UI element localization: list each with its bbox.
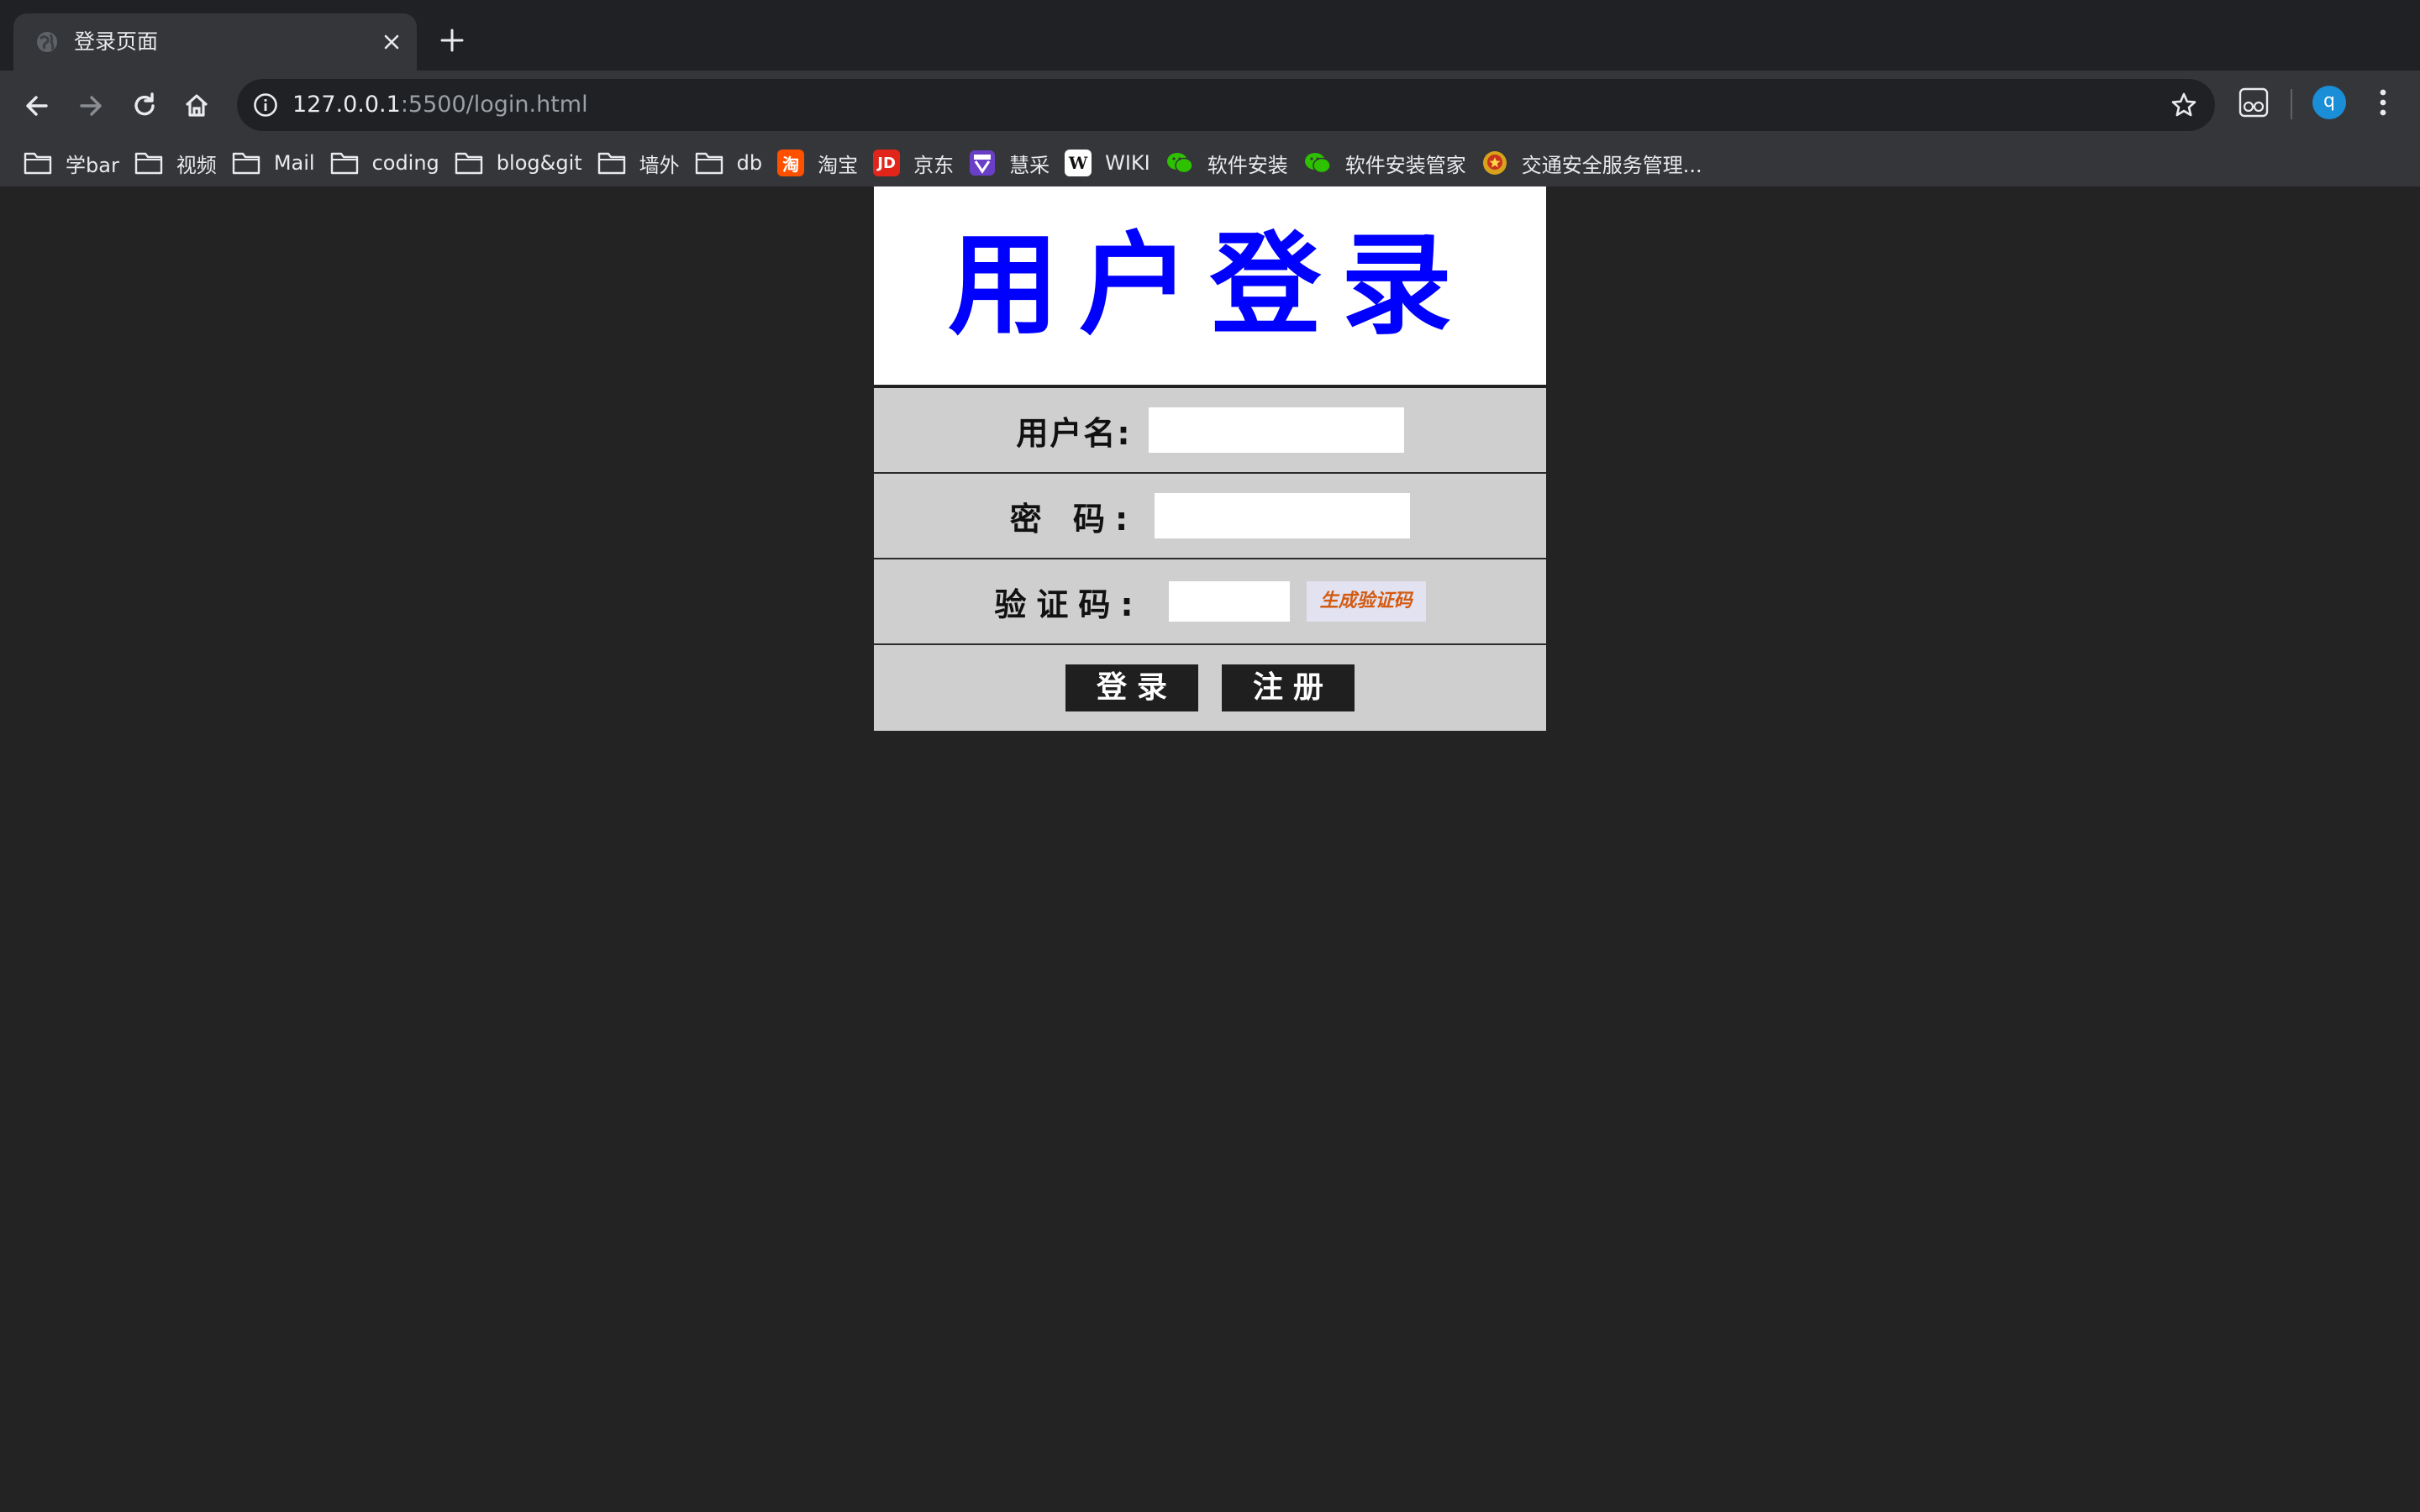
- bookmark-taobao[interactable]: 淘 淘宝: [774, 143, 870, 183]
- info-icon[interactable]: [252, 92, 279, 118]
- username-row: 用户名:: [874, 388, 1546, 474]
- username-input[interactable]: [1148, 407, 1404, 453]
- password-row: 密 码:: [874, 474, 1546, 559]
- bookmark-folder-coding[interactable]: coding: [327, 143, 451, 183]
- bookmark-label: 软件安装管家: [1344, 153, 1466, 177]
- bookmark-huicai[interactable]: 慧采: [965, 143, 1061, 183]
- captcha-input[interactable]: [1168, 581, 1290, 622]
- forward-button[interactable]: [67, 82, 114, 129]
- bookmark-label: blog&git: [496, 151, 582, 175]
- profile-avatar[interactable]: q: [2312, 86, 2346, 119]
- close-icon[interactable]: [380, 30, 403, 54]
- folder-icon: [455, 152, 482, 175]
- bookmark-label: 学bar: [66, 153, 119, 177]
- wechat-icon: [1304, 153, 1331, 174]
- forward-arrow-icon: [80, 96, 102, 116]
- folder-icon: [597, 152, 625, 175]
- bookmark-folder-video[interactable]: 视频: [131, 143, 229, 183]
- reload-icon: [134, 92, 155, 116]
- plus-icon[interactable]: [437, 25, 467, 55]
- bookmarks-bar: 学bar 视频 Mail coding blog&git 墙外 db 淘 淘宝: [0, 139, 2420, 186]
- page-title: 用户登录: [948, 221, 1472, 350]
- bookmark-label: db: [736, 151, 763, 175]
- taobao-icon: 淘: [777, 150, 805, 176]
- reload-button[interactable]: [121, 82, 168, 129]
- star-icon[interactable]: [2170, 91, 2198, 119]
- bookmark-folder-qiangwai[interactable]: 墙外: [594, 143, 692, 183]
- folder-icon: [24, 152, 52, 175]
- actions-row: 登录 注册: [874, 645, 1546, 731]
- home-button[interactable]: [173, 82, 220, 129]
- password-input[interactable]: [1155, 493, 1411, 538]
- generate-captcha-button[interactable]: 生成验证码: [1306, 581, 1426, 622]
- folder-icon: [330, 152, 358, 175]
- reader-extension-icon[interactable]: [2237, 86, 2270, 119]
- bookmark-software-install[interactable]: 软件安装: [1162, 143, 1300, 183]
- page-content: 用户登录 用户名: 密 码: 验证码: 生成验证码 登录 注册: [0, 186, 2420, 1512]
- kebab-menu-icon[interactable]: [2370, 84, 2396, 121]
- bookmark-wiki[interactable]: W WIKI: [1061, 143, 1162, 183]
- register-button[interactable]: 注册: [1222, 664, 1355, 711]
- password-label: 密 码:: [1009, 500, 1139, 538]
- bookmark-label: 淘宝: [818, 153, 859, 177]
- bookmark-software-manager[interactable]: 软件安装管家: [1300, 143, 1478, 183]
- bookmark-folder-xuebar[interactable]: 学bar: [20, 143, 131, 183]
- bookmark-label: 视频: [176, 153, 217, 177]
- captcha-row: 验证码: 生成验证码: [874, 559, 1546, 645]
- url-text: 127.0.0.1:5500/login.html: [292, 90, 588, 120]
- wikipedia-icon: W: [1065, 150, 1092, 176]
- globe-icon: [37, 32, 57, 52]
- back-button[interactable]: [13, 82, 60, 129]
- browser-toolbar: 127.0.0.1:5500/login.html q 学bar 视频 Mail: [0, 71, 2420, 202]
- login-header: 用户登录: [874, 186, 1546, 388]
- bookmark-label: 墙外: [639, 153, 680, 177]
- huicai-icon: [970, 150, 996, 176]
- bookmark-folder-db[interactable]: db: [692, 143, 774, 183]
- bookmark-folder-mail[interactable]: Mail: [229, 143, 327, 183]
- bookmark-label: 交通安全服务管理...: [1521, 153, 1702, 177]
- bookmark-jd[interactable]: JD 京东: [870, 143, 965, 183]
- bookmark-label: WIKI: [1105, 151, 1150, 175]
- bookmark-traffic-safety[interactable]: 交通安全服务管理...: [1478, 143, 1714, 183]
- folder-icon: [134, 152, 163, 175]
- bookmark-label: 软件安装: [1207, 153, 1288, 177]
- back-arrow-icon: [26, 96, 48, 116]
- tab-strip: 登录页面: [0, 0, 2420, 71]
- folder-icon: [695, 152, 723, 175]
- captcha-label: 验证码:: [994, 585, 1144, 623]
- bookmark-label: 京东: [913, 153, 955, 177]
- bookmark-label: coding: [371, 151, 439, 175]
- login-button[interactable]: 登录: [1065, 664, 1198, 711]
- bookmark-label: 慧采: [1009, 153, 1050, 177]
- folder-icon: [232, 152, 260, 175]
- home-icon: [185, 94, 208, 117]
- username-label: 用户名:: [1016, 414, 1132, 452]
- url-host: 127.0.0.1: [292, 92, 401, 118]
- bookmark-label: Mail: [273, 151, 315, 175]
- wechat-icon: [1166, 153, 1193, 174]
- login-form: 用户登录 用户名: 密 码: 验证码: 生成验证码 登录 注册: [874, 186, 1546, 731]
- url-path: :5500/login.html: [400, 92, 588, 118]
- toolbar-divider: [2291, 89, 2292, 119]
- police-emblem-icon: [1482, 151, 1507, 175]
- address-bar[interactable]: 127.0.0.1:5500/login.html: [237, 79, 2215, 131]
- jd-icon: JD: [873, 150, 901, 176]
- bookmark-folder-blog-git[interactable]: blog&git: [451, 143, 594, 183]
- browser-tab[interactable]: 登录页面: [13, 13, 417, 71]
- tab-title: 登录页面: [74, 29, 159, 54]
